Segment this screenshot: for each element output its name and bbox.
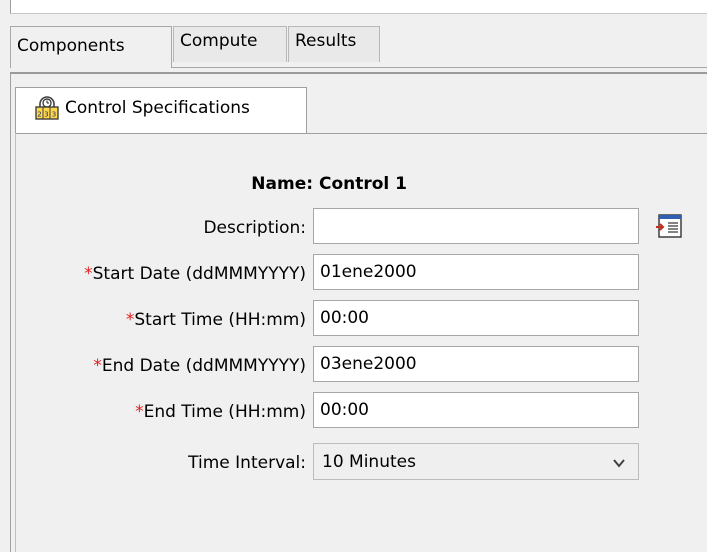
required-marker: * bbox=[93, 356, 102, 376]
description-label: Description: bbox=[203, 218, 306, 238]
start-date-label-text: Start Date (ddMMMYYYY) bbox=[92, 264, 306, 284]
top-panel-frame bbox=[10, 0, 707, 14]
tab-results-label: Results bbox=[295, 31, 357, 51]
svg-text:2: 2 bbox=[37, 111, 41, 119]
svg-text:3: 3 bbox=[44, 111, 48, 119]
subtab-divider bbox=[15, 133, 707, 134]
name-value: Control 1 bbox=[318, 174, 407, 194]
description-editor-icon[interactable] bbox=[653, 210, 685, 242]
tab-components-label: Components bbox=[17, 36, 125, 56]
svg-text:3: 3 bbox=[52, 111, 56, 119]
tab-compute[interactable]: Compute bbox=[173, 26, 287, 62]
required-marker: * bbox=[135, 402, 144, 422]
control-name: Name: Control 1 bbox=[0, 174, 407, 194]
tab-results[interactable]: Results bbox=[288, 26, 380, 62]
time-interval-value: 10 Minutes bbox=[322, 452, 416, 472]
start-date-label: *Start Date (ddMMMYYYY) bbox=[84, 264, 306, 284]
start-time-label-text: Start Time (HH:mm) bbox=[134, 310, 306, 330]
main-tab-bar: Components Compute Results bbox=[10, 26, 707, 68]
description-label-text: Description: bbox=[203, 218, 306, 238]
end-date-label: *End Date (ddMMMYYYY) bbox=[93, 356, 306, 376]
tab-control-specifications[interactable]: 2 3 3 Control Specifications bbox=[15, 87, 307, 133]
time-interval-label: Time Interval: bbox=[188, 453, 306, 473]
start-date-field[interactable] bbox=[313, 254, 639, 290]
end-time-field[interactable] bbox=[313, 392, 639, 428]
time-interval-label-text: Time Interval: bbox=[188, 453, 306, 473]
tab-components[interactable]: Components bbox=[10, 26, 172, 68]
end-date-field[interactable] bbox=[313, 346, 639, 382]
description-field[interactable] bbox=[313, 208, 639, 244]
name-label: Name: bbox=[251, 174, 314, 194]
tab-compute-label: Compute bbox=[180, 31, 258, 51]
start-time-field[interactable] bbox=[313, 300, 639, 336]
end-time-label-text: End Time (HH:mm) bbox=[143, 402, 306, 422]
required-marker: * bbox=[84, 264, 93, 284]
end-time-label: *End Time (HH:mm) bbox=[135, 402, 306, 422]
control-specs-icon: 2 3 3 bbox=[33, 95, 61, 123]
time-interval-select[interactable]: 10 Minutes bbox=[313, 443, 639, 480]
subpanel-left-border bbox=[15, 133, 16, 552]
end-date-label-text: End Date (ddMMMYYYY) bbox=[101, 356, 306, 376]
chevron-down-icon bbox=[612, 455, 626, 469]
tab-control-specifications-label: Control Specifications bbox=[65, 98, 250, 118]
start-time-label: *Start Time (HH:mm) bbox=[126, 310, 306, 330]
